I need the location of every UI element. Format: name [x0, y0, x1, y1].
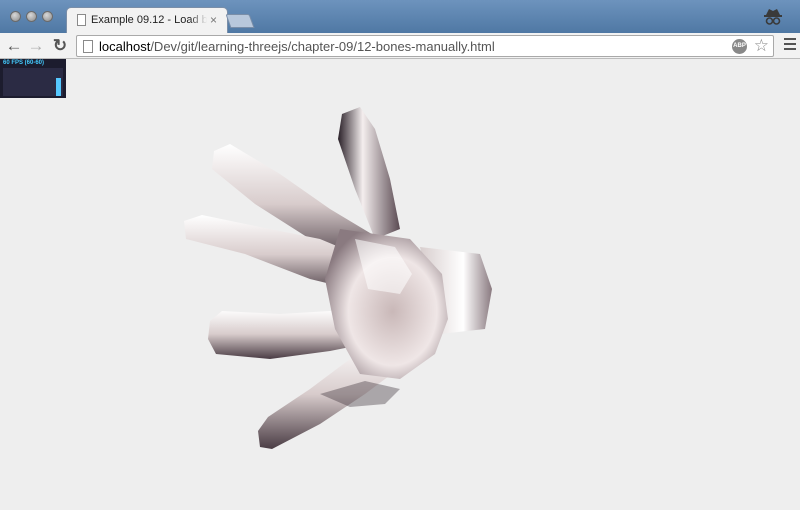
- page-icon: [83, 40, 93, 53]
- close-icon[interactable]: [10, 11, 21, 22]
- adblock-extension-icon[interactable]: ABP: [732, 39, 747, 54]
- tab-strip: Example 09.12 - Load blender model ×: [0, 0, 800, 33]
- page-icon: [77, 14, 86, 26]
- back-button[interactable]: ←: [4, 36, 24, 56]
- browser-window: Example 09.12 - Load blender model × ← →…: [0, 0, 800, 510]
- tab-active[interactable]: Example 09.12 - Load blender model ×: [66, 7, 228, 33]
- bookmark-star-icon[interactable]: ☆: [754, 36, 769, 56]
- forward-button[interactable]: →: [26, 36, 46, 56]
- fps-label: 60 FPS (60-60): [3, 60, 45, 66]
- url-text[interactable]: localhost/Dev/git/learning-threejs/chapt…: [99, 39, 495, 54]
- address-bar[interactable]: localhost/Dev/git/learning-threejs/chapt…: [76, 35, 774, 57]
- webgl-canvas[interactable]: 60 FPS (60-60): [0, 59, 800, 510]
- url-host: localhost: [99, 39, 151, 54]
- tab-title: Example 09.12 - Load blender model: [91, 14, 207, 26]
- incognito-icon[interactable]: [762, 6, 784, 28]
- tab-close-icon[interactable]: ×: [210, 13, 217, 27]
- zoom-icon[interactable]: [42, 11, 53, 22]
- fps-bar: [56, 78, 61, 96]
- hamburger-menu-icon[interactable]: [784, 38, 796, 52]
- hand-model: [184, 107, 492, 449]
- fps-graph: [3, 68, 63, 96]
- stats-fps-panel[interactable]: 60 FPS (60-60): [0, 59, 66, 98]
- reload-button[interactable]: ↻: [50, 36, 70, 56]
- new-tab-button[interactable]: [225, 14, 255, 28]
- minimize-icon[interactable]: [26, 11, 37, 22]
- browser-toolbar: ← → ↻ localhost/Dev/git/learning-threejs…: [0, 33, 800, 59]
- url-path: /Dev/git/learning-threejs/chapter-09/12-…: [150, 39, 495, 54]
